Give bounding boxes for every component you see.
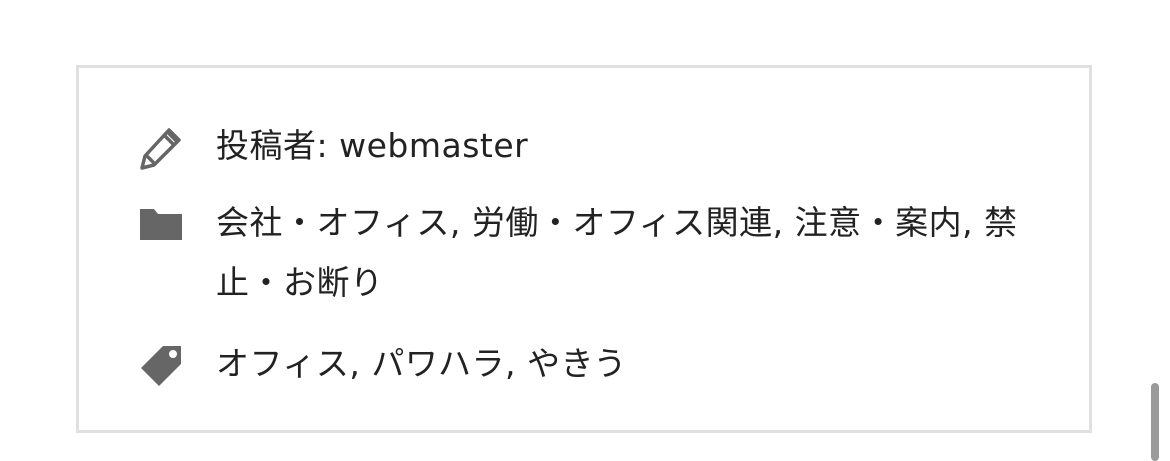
tag-separator: , <box>505 344 527 383</box>
author-line: 投稿者: webmaster <box>216 116 1049 176</box>
category-link[interactable]: 注意・案内 <box>795 203 963 242</box>
scrollbar-thumb[interactable] <box>1151 383 1159 461</box>
category-separator: , <box>449 203 472 242</box>
folder-icon <box>139 203 183 247</box>
category-link[interactable]: 会社・オフィス <box>216 203 450 242</box>
category-link[interactable]: 労働・オフィス関連 <box>472 203 773 242</box>
tag-icon <box>139 344 183 388</box>
tag-link[interactable]: パワハラ <box>371 344 505 383</box>
tag-link[interactable]: やきう <box>527 344 627 383</box>
category-separator: , <box>772 203 795 242</box>
categories-list: 会社・オフィス, 労働・オフィス関連, 注意・案内, 禁止・お断り <box>216 193 1046 313</box>
category-separator: , <box>962 203 985 242</box>
author-prefix: 投稿者: <box>216 126 340 165</box>
tags-list: オフィス, パワハラ, やきう <box>216 334 1049 394</box>
tag-link[interactable]: オフィス <box>216 344 349 383</box>
pencil-icon <box>139 126 183 170</box>
tag-separator: , <box>349 344 372 383</box>
post-meta-box: 投稿者: webmaster 会社・オフィス, 労働・オフィス関連, 注意・案内… <box>76 65 1092 433</box>
author-link[interactable]: webmaster <box>339 126 528 165</box>
